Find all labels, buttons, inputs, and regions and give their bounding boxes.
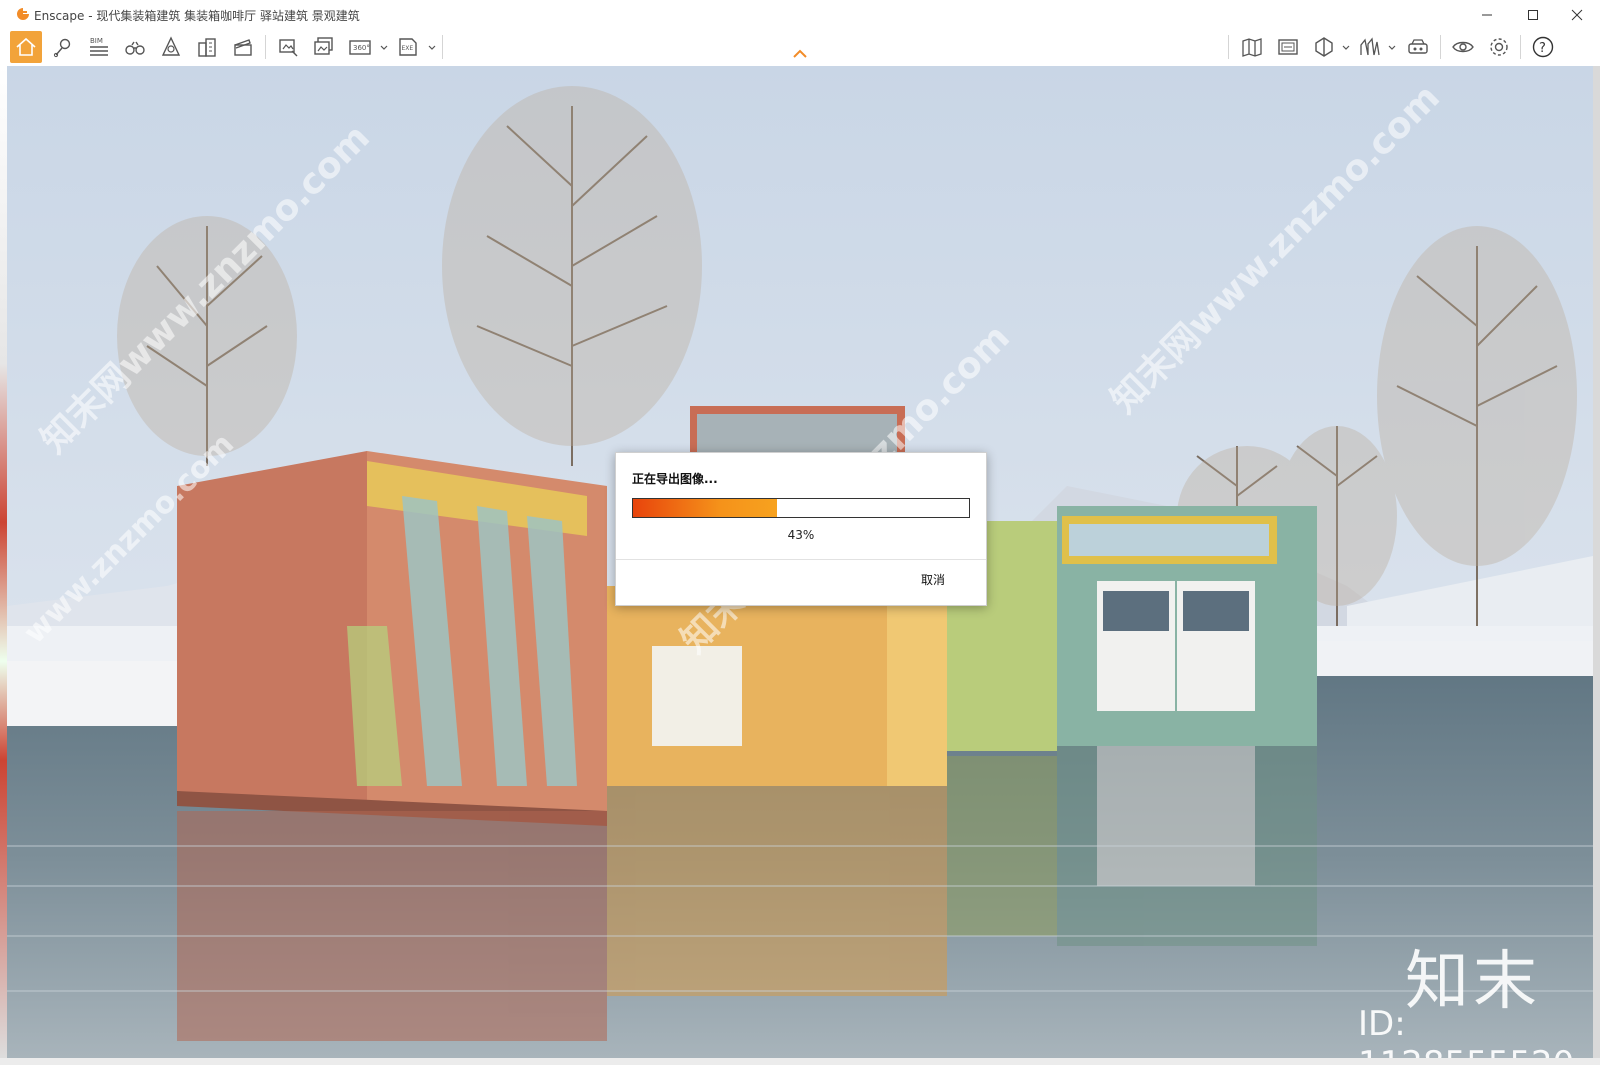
close-button[interactable] — [1554, 0, 1600, 29]
minimize-icon — [1482, 14, 1492, 15]
visibility-button[interactable] — [1447, 31, 1479, 63]
window-border — [0, 1058, 1600, 1065]
collapse-toolbar-chevron-icon[interactable] — [792, 49, 808, 59]
bim-button[interactable]: BIM — [83, 31, 115, 63]
window-title: Enscape - 现代集装箱建筑 集装箱咖啡厅 驿站建筑 景观建筑 — [34, 9, 360, 23]
chevron-down-icon[interactable] — [1342, 43, 1350, 51]
export-exe-button[interactable]: EXE — [392, 31, 424, 63]
help-icon: ? — [1532, 36, 1554, 58]
asset-library-button[interactable] — [155, 31, 187, 63]
panorama-360-icon: 360° — [349, 40, 371, 55]
close-icon — [1571, 9, 1583, 20]
title-bar: Enscape - 现代集装箱建筑 集装箱咖啡厅 驿站建筑 景观建筑 — [0, 0, 1600, 29]
main-toolbar: BIM 360° EXE ? — [0, 29, 1600, 67]
toolbar-separator — [265, 35, 266, 59]
image-settings-icon — [1278, 39, 1298, 55]
minimize-button[interactable] — [1464, 0, 1510, 29]
svg-text:EXE: EXE — [402, 45, 414, 52]
binoculars-icon — [125, 41, 145, 55]
svg-text:BIM: BIM — [90, 37, 103, 45]
location-pin-icon — [53, 38, 71, 58]
site-context-button[interactable] — [191, 31, 223, 63]
progress-bar — [632, 498, 970, 518]
dialog-title: 正在导出图像... — [632, 472, 718, 486]
brand-id-watermark: ID: 1128555520 — [1358, 1004, 1574, 1058]
vr-headset-icon — [1408, 39, 1428, 54]
toolbar-separator — [442, 35, 443, 59]
help-button[interactable]: ? — [1527, 31, 1559, 63]
chevron-down-icon[interactable] — [428, 43, 436, 51]
maximize-button[interactable] — [1510, 0, 1556, 29]
eye-visibility-icon — [1452, 41, 1474, 53]
background-app-strip — [0, 66, 7, 1058]
map-button[interactable] — [1236, 31, 1268, 63]
dialog-divider — [616, 559, 986, 560]
settings-button[interactable] — [1483, 31, 1515, 63]
batch-render-icon — [314, 37, 333, 55]
window-border — [1593, 66, 1600, 1058]
screenshot-icon — [279, 39, 298, 57]
progress-bar-fill — [633, 499, 778, 517]
render-image-button[interactable] — [272, 31, 304, 63]
home-button[interactable] — [10, 31, 42, 63]
maximize-icon — [1528, 9, 1538, 20]
sun-path-icon — [1360, 37, 1380, 56]
chevron-down-icon[interactable] — [380, 43, 388, 51]
visual-settings-button[interactable] — [1272, 31, 1304, 63]
panorama-button[interactable]: 360° — [344, 31, 376, 63]
export-progress-dialog: 正在导出图像... 43% 取消 — [615, 452, 987, 606]
home-icon — [16, 37, 36, 56]
bim-icon: BIM — [90, 37, 108, 56]
cube-view-icon — [1315, 37, 1333, 57]
settings-gear-icon — [1490, 38, 1508, 56]
view-mode-button[interactable] — [1308, 31, 1340, 63]
assets-icon — [161, 36, 181, 56]
toolbar-separator — [1520, 35, 1521, 59]
location-button[interactable] — [47, 31, 79, 63]
chevron-down-icon[interactable] — [1388, 43, 1396, 51]
map-icon — [1242, 38, 1262, 57]
svg-text:?: ? — [1539, 41, 1546, 56]
export-exe-icon: EXE — [399, 38, 417, 56]
progress-percent: 43% — [787, 528, 815, 542]
batch-render-button[interactable] — [308, 31, 340, 63]
sun-path-button[interactable] — [1354, 31, 1386, 63]
toolbar-separator — [1228, 35, 1229, 59]
svg-text:360°: 360° — [353, 44, 370, 52]
toolbar-separator — [1440, 35, 1441, 59]
cancel-button[interactable]: 取消 — [921, 571, 945, 588]
buildings-icon — [198, 38, 216, 57]
clapperboard-icon — [234, 39, 252, 56]
views-button[interactable] — [119, 31, 151, 63]
enscape-window: Enscape - 现代集装箱建筑 集装箱咖啡厅 驿站建筑 景观建筑 BIM 3… — [0, 0, 1600, 1065]
enscape-logo-icon — [17, 8, 29, 20]
vr-button[interactable] — [1402, 31, 1434, 63]
video-editor-button[interactable] — [227, 31, 259, 63]
